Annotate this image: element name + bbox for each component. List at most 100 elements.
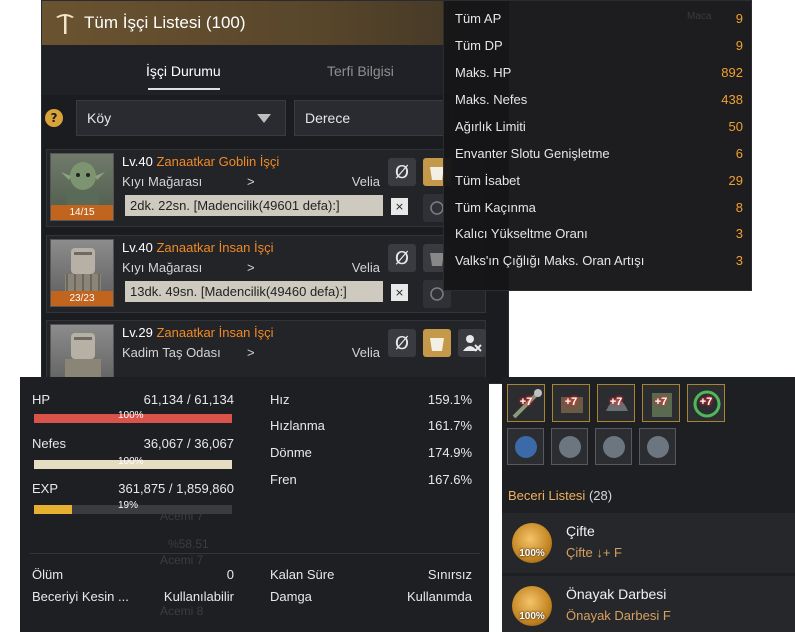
remaining-time-label: Kalan Süre bbox=[270, 567, 335, 582]
equipment-slot[interactable] bbox=[639, 428, 676, 465]
worker-stamina: 23/23 bbox=[51, 291, 113, 306]
tab-worker-status[interactable]: İşçi Durumu bbox=[146, 63, 221, 79]
stamp-label: Damga bbox=[270, 589, 312, 604]
cancel-task-button[interactable]: × bbox=[391, 284, 408, 301]
skill-list-header: Beceri Listesi (28) bbox=[508, 488, 612, 503]
skill-row[interactable]: 100% Önayak Darbesi Önayak Darbesi F bbox=[502, 576, 795, 632]
ghost-text: %58.51 bbox=[168, 537, 209, 551]
stat-label: Valks'ın Çığlığı Maks. Oran Artışı bbox=[455, 253, 645, 268]
fire-worker-button[interactable] bbox=[458, 329, 486, 357]
equipment-slot[interactable]: +7 bbox=[597, 384, 635, 422]
breath-label: Nefes bbox=[32, 436, 66, 451]
worker-portrait-human bbox=[50, 324, 114, 383]
enchant-level: +7 bbox=[609, 396, 623, 408]
worker-name: Zanaatkar İnsan İşçi bbox=[156, 240, 274, 255]
equipment-skills-panel: +7 +7 +7 +7 +7 Beceri Listesi (28) 100% … bbox=[502, 377, 795, 632]
skill-cut-value: Kullanılabilir bbox=[163, 589, 234, 604]
hp-separator: / bbox=[186, 392, 191, 407]
route-arrow: > bbox=[247, 260, 255, 275]
stat-label: Kalıcı Yükseltme Oranı bbox=[455, 226, 588, 241]
worker-route: Kadim Taş Odası > Velia bbox=[122, 345, 380, 360]
skill-row[interactable]: 100% Çifte Çifte ↓+ F bbox=[502, 513, 795, 573]
stat-row-max-breath: Maks. Nefes 438 bbox=[455, 92, 743, 118]
exp-bar-fill bbox=[34, 505, 72, 514]
exp-separator: / bbox=[168, 481, 173, 496]
worker-list-titlebar[interactable]: Tüm İşçi Listesi (100) bbox=[42, 1, 508, 45]
feed-button[interactable] bbox=[423, 329, 451, 357]
stat-label: Tüm Kaçınma bbox=[455, 200, 536, 215]
stat-value: 892 bbox=[721, 65, 743, 80]
breath-percent: 100% bbox=[118, 456, 144, 467]
worker-row[interactable]: 23/23 Lv.40 Zanaatkar İnsan İşçi Kıyı Ma… bbox=[46, 235, 486, 313]
equipment-slot[interactable]: +7 bbox=[687, 384, 725, 422]
grade-filter-value: Derece bbox=[305, 110, 351, 126]
skill-icon: 100% bbox=[512, 523, 552, 563]
equipment-slot[interactable] bbox=[551, 428, 588, 465]
stat-row-all-dp: Tüm DP 9 bbox=[455, 38, 743, 64]
stat-value: 9 bbox=[735, 38, 743, 53]
bucket-icon bbox=[430, 338, 444, 351]
tab-promotion-info[interactable]: Terfi Bilgisi bbox=[327, 63, 394, 79]
human-portrait-icon bbox=[65, 333, 101, 379]
stamp-value: Kullanımda bbox=[406, 589, 472, 604]
skip-button[interactable]: Ø bbox=[388, 244, 416, 272]
character-stats-panel: HP 61,134 / 61,134 100% Nefes 36,067 / 3… bbox=[20, 377, 489, 632]
skill-percent: 100% bbox=[519, 548, 545, 559]
grade-filter-select[interactable]: Derece bbox=[294, 100, 454, 136]
worker-location: Kıyı Mağarası bbox=[122, 260, 203, 275]
skill-cut-label: Beceriyi Kesin ... bbox=[32, 589, 129, 604]
worker-level: Lv.40 bbox=[122, 240, 153, 255]
remaining-time-value: Sınırsız bbox=[427, 567, 472, 582]
skip-button[interactable]: Ø bbox=[388, 158, 416, 186]
equipment-slot[interactable] bbox=[507, 428, 544, 465]
region-filter-select[interactable]: Köy bbox=[76, 100, 286, 136]
skill-name: Önayak Darbesi bbox=[566, 586, 667, 602]
skill-icon: 100% bbox=[512, 586, 552, 626]
stat-row-accuracy: Tüm İsabet 29 bbox=[455, 173, 743, 199]
stat-label: Ağırlık Limiti bbox=[455, 119, 526, 134]
turning-label: Dönme bbox=[270, 445, 312, 460]
worker-task: 13dk. 49sn. [Madencilik(49460 defa):] bbox=[125, 281, 383, 302]
worker-row[interactable]: 14/15 Lv.40 Zanaatkar Goblin İşçi Kıyı M… bbox=[46, 149, 486, 227]
skill-list-count: (28) bbox=[588, 488, 613, 503]
stat-value: 3 bbox=[735, 253, 743, 268]
chevron-down-icon bbox=[257, 114, 271, 123]
worker-list-title: Tüm İşçi Listesi (100) bbox=[84, 13, 246, 32]
stat-value: 8 bbox=[735, 200, 743, 215]
region-filter-value: Köy bbox=[87, 110, 112, 126]
worker-title: Lv.29 Zanaatkar İnsan İşçi bbox=[122, 325, 274, 340]
ghost-text: Acemi 8 bbox=[160, 604, 204, 618]
help-icon[interactable]: ? bbox=[45, 109, 63, 127]
horse-gear-icon bbox=[603, 436, 625, 458]
worker-level: Lv.29 bbox=[122, 325, 153, 340]
acceleration-label: Hızlanma bbox=[270, 418, 325, 433]
exp-label: EXP bbox=[32, 481, 59, 496]
worker-title: Lv.40 Zanaatkar İnsan İşçi bbox=[122, 240, 274, 255]
exp-value: 361,875 / 1,859,860 bbox=[80, 481, 234, 496]
equipment-slot[interactable]: +7 bbox=[552, 384, 590, 422]
worker-title: Lv.40 Zanaatkar Goblin İşçi bbox=[122, 154, 279, 169]
enchant-level: +7 bbox=[699, 396, 713, 408]
worker-name: Zanaatkar İnsan İşçi bbox=[156, 325, 274, 340]
cancel-task-button[interactable]: × bbox=[391, 198, 408, 215]
equipment-slot[interactable] bbox=[595, 428, 632, 465]
stat-label: Maks. Nefes bbox=[455, 92, 528, 107]
stat-label: Envanter Slotu Genişletme bbox=[455, 146, 610, 161]
worker-destination: Velia bbox=[351, 345, 380, 360]
stat-label: Tüm İsabet bbox=[455, 173, 521, 188]
worker-row[interactable]: Lv.29 Zanaatkar İnsan İşçi Kadim Taş Oda… bbox=[46, 320, 486, 383]
stat-value: 3 bbox=[735, 226, 743, 241]
skill-percent: 100% bbox=[519, 611, 545, 622]
skip-button[interactable]: Ø bbox=[388, 329, 416, 357]
horse-gear-icon bbox=[515, 436, 537, 458]
stat-row-weight-limit: Ağırlık Limiti 50 bbox=[455, 119, 743, 145]
breath-current: 36,067 bbox=[143, 436, 184, 451]
stat-value: 438 bbox=[721, 92, 743, 107]
enchant-level: +7 bbox=[564, 396, 578, 408]
equipment-slot[interactable]: +7 bbox=[507, 384, 545, 422]
hp-percent: 100% bbox=[118, 410, 144, 421]
route-arrow: > bbox=[247, 174, 255, 189]
turning-value: 174.9% bbox=[427, 445, 472, 460]
stat-label: Tüm AP bbox=[455, 11, 502, 26]
equipment-slot[interactable]: +7 bbox=[642, 384, 680, 422]
